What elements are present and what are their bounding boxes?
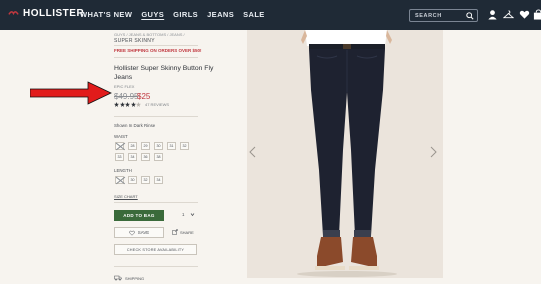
divider (114, 45, 198, 46)
waist-size-option[interactable]: 38 (154, 153, 163, 161)
nav-sale[interactable]: SALE (243, 10, 265, 19)
chevron-down-icon[interactable] (190, 212, 195, 217)
top-nav-bar: HOLLISTER WHAT'S NEW GUYS GIRLS JEANS SA… (0, 0, 541, 30)
color-label: Shown In Dark Rinse (114, 123, 156, 128)
size-chart-link[interactable]: SIZE CHART (114, 194, 138, 199)
length-size-option[interactable]: 32 (141, 176, 150, 184)
length-size-option[interactable]: 30 (128, 176, 137, 184)
waist-size-option[interactable]: 29 (141, 142, 150, 150)
waist-size-option[interactable]: 31 (167, 142, 176, 150)
main-nav: WHAT'S NEW GUYS GIRLS JEANS SALE (80, 10, 265, 19)
bag-icon[interactable] (533, 9, 541, 20)
waist-size-option-unavailable[interactable] (115, 142, 124, 150)
waist-size-option[interactable]: 30 (154, 142, 163, 150)
heart-icon[interactable] (519, 9, 530, 20)
product-title: Hollister Super Skinny Button Fly Jeans (114, 65, 214, 81)
brand-logo[interactable]: HOLLISTER (8, 8, 84, 19)
shipping-row[interactable]: SHIPPING (114, 275, 144, 281)
divider (114, 266, 198, 267)
save-button[interactable]: SAVE (114, 227, 164, 238)
waist-label: WAIST (114, 134, 128, 139)
nav-guys[interactable]: GUYS (141, 10, 164, 19)
waist-size-option[interactable]: 33 (115, 153, 124, 161)
original-price: $49.95 (114, 92, 139, 101)
breadcrumb[interactable]: GUYS / JEANS & BOTTOMS / JEANS / (114, 32, 185, 37)
brand-name: HOLLISTER (23, 8, 85, 19)
truck-icon (114, 275, 122, 281)
reviews-link[interactable]: 47 REVIEWS (145, 102, 169, 107)
search-icon[interactable] (466, 12, 474, 20)
divider (114, 116, 198, 117)
product-page: HOLLISTER WHAT'S NEW GUYS GIRLS JEANS SA… (0, 0, 541, 284)
add-to-bag-button[interactable]: ADD TO BAG (114, 210, 164, 221)
save-label: SAVE (137, 230, 150, 235)
rating-stars[interactable] (114, 102, 141, 107)
star-filled-icon (119, 102, 125, 107)
model-wearing-jeans-image (247, 30, 443, 278)
star-filled-icon (130, 102, 136, 107)
red-arrow-annotation (30, 81, 112, 105)
nav-whats-new[interactable]: WHAT'S NEW (80, 10, 132, 19)
length-size-option[interactable]: 34 (154, 176, 163, 184)
waist-size-option[interactable]: 36 (141, 153, 150, 161)
check-store-availability-button[interactable]: CHECK STORE AVAILABILITY (114, 244, 197, 255)
share-label: SHARE (180, 229, 194, 235)
length-label: LENGTH (114, 168, 132, 173)
share-button[interactable]: SHARE (172, 229, 194, 235)
prev-image-chevron-icon[interactable] (248, 146, 258, 158)
sale-price: $25 (137, 92, 151, 101)
account-icon[interactable] (487, 9, 498, 20)
heart-outline-icon (128, 230, 135, 236)
next-image-chevron-icon[interactable] (428, 146, 438, 158)
product-subtitle: EPIC FLEX (114, 84, 135, 89)
search-input[interactable]: SEARCH (409, 9, 478, 22)
divider (114, 202, 198, 203)
waist-size-option[interactable]: 28 (128, 142, 137, 150)
nav-girls[interactable]: GIRLS (173, 10, 198, 19)
search-placeholder: SEARCH (415, 12, 442, 19)
star-filled-icon (125, 102, 130, 107)
length-size-option-unavailable[interactable] (115, 176, 124, 184)
waist-size-option[interactable]: 32 (180, 142, 189, 150)
breadcrumb-current[interactable]: SUPER SKINNY (114, 38, 155, 44)
star-filled-icon (114, 102, 119, 107)
seagull-logo-icon (8, 11, 19, 16)
divider (114, 57, 198, 58)
waist-size-option[interactable]: 34 (128, 153, 137, 161)
nav-jeans[interactable]: JEANS (207, 10, 234, 19)
share-icon (172, 229, 178, 235)
shipping-label: SHIPPING (125, 275, 145, 281)
hanger-icon[interactable] (503, 9, 514, 20)
quantity-select[interactable]: 1 (182, 212, 184, 217)
star-half-icon (136, 102, 141, 107)
free-shipping-banner: FREE SHIPPING ON ORDERS OVER $50! (114, 48, 202, 53)
right-empty-area (443, 30, 541, 284)
product-image[interactable] (247, 30, 443, 278)
